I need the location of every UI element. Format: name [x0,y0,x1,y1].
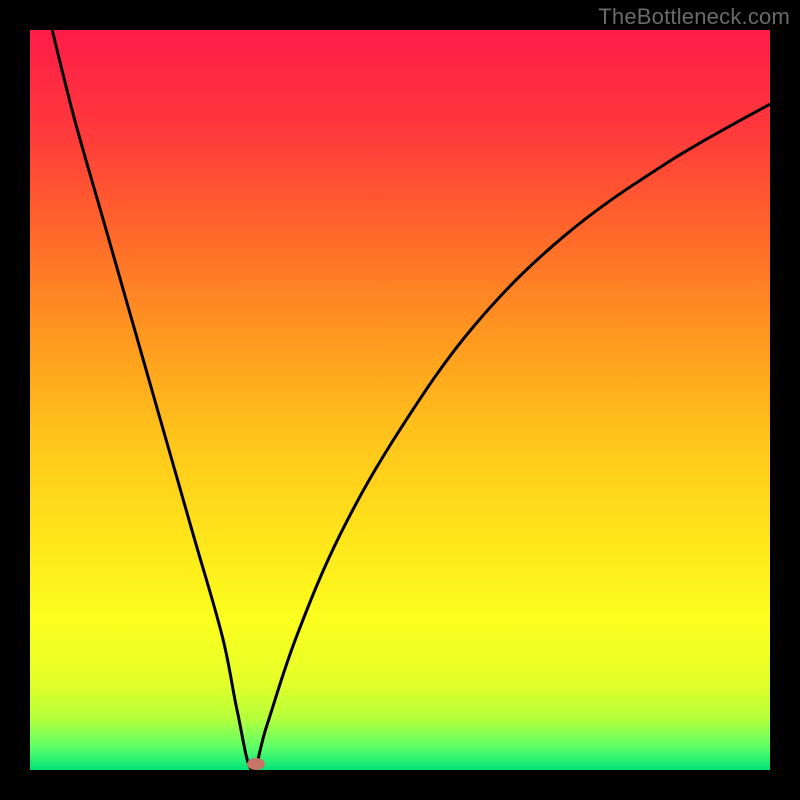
bottleneck-curve [52,30,770,770]
curve-layer [30,30,770,770]
chart-stage: TheBottleneck.com [0,0,800,800]
minimum-marker [247,758,265,770]
plot-area [30,30,770,770]
watermark-text: TheBottleneck.com [598,4,790,30]
